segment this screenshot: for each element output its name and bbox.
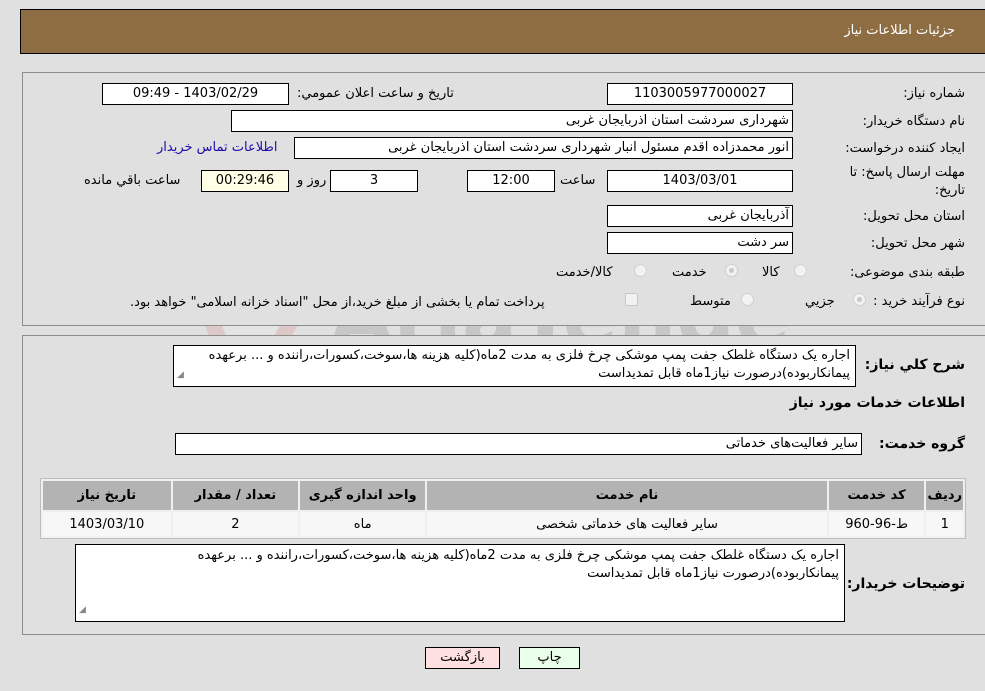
category-option-goods-service: کالا/خدمت [556, 265, 613, 280]
need-number-field: 1103005977000027 [607, 83, 793, 105]
col-header-service-code: کد خدمت [828, 481, 925, 510]
delivery-province-field: آذربایجان غربی [607, 205, 793, 227]
page-header: جزئیات اطلاعات نیاز [20, 9, 985, 54]
page-title: جزئیات اطلاعات نیاز [844, 23, 955, 38]
treasury-checkbox[interactable] [625, 293, 638, 306]
cell-row-number: 1 [926, 512, 963, 536]
deadline-label-line2: تاریخ: [934, 183, 965, 198]
need-number-label: شماره نیاز: [903, 86, 965, 101]
table-row: 1 ط-96-960 سایر فعالیت های خدماتی شخصی م… [43, 512, 963, 536]
process-radio-medium[interactable] [741, 293, 754, 306]
delivery-city-field: سر دشت [607, 232, 793, 254]
deadline-time-label: ساعت [560, 173, 596, 188]
cell-unit: ماه [300, 512, 426, 536]
buyer-notes-textarea[interactable]: اجاره یک دستگاه غلطک جفت پمپ موشکی چرخ ف… [75, 544, 845, 622]
category-label: طبقه بندی موضوعی: [849, 265, 965, 280]
category-radio-goods[interactable] [794, 264, 807, 277]
col-header-quantity: تعداد / مقدار [172, 481, 298, 510]
description-text: اجاره یک دستگاه غلطک جفت پمپ موشکی چرخ ف… [208, 348, 850, 381]
buyer-org-field: شهرداری سردشت استان اذربایجان غربی [231, 110, 793, 132]
resize-grip-icon[interactable]: ◢ [79, 601, 86, 619]
col-header-row-number: رديف [926, 481, 963, 510]
service-group-label: گروه خدمت: [879, 436, 965, 452]
remaining-days-field: 3 [330, 170, 418, 192]
back-button[interactable]: بازگشت [425, 647, 500, 669]
process-option-medium: متوسط [690, 294, 731, 309]
requester-field: انور محمدزاده اقدم مسئول انبار شهرداری س… [294, 137, 793, 159]
process-radio-minor[interactable] [853, 293, 866, 306]
remaining-time-field: 00:29:46 [201, 170, 289, 192]
delivery-province-label: استان محل تحویل: [863, 209, 965, 224]
days-label: روز و [297, 173, 327, 188]
purchase-process-label: نوع فرآیند خرید : [873, 294, 965, 309]
cell-quantity: 2 [172, 512, 298, 536]
deadline-date-field: 1403/03/01 [607, 170, 793, 192]
services-table: رديف کد خدمت نام خدمت واحد اندازه گيری ت… [40, 478, 966, 539]
cell-service-code: ط-96-960 [828, 512, 925, 536]
category-option-goods: کالا [762, 265, 780, 280]
table-header-row: رديف کد خدمت نام خدمت واحد اندازه گيری ت… [43, 481, 963, 510]
requester-label: ايجاد کننده درخواست: [845, 141, 965, 156]
buyer-notes-text: اجاره یک دستگاه غلطک جفت پمپ موشکی چرخ ف… [197, 548, 839, 581]
process-option-minor: جزيي [805, 294, 835, 309]
col-header-service-name: نام خدمت [427, 481, 827, 510]
remaining-time-label: ساعت باقي مانده [84, 173, 181, 188]
treasury-note: پرداخت تمام يا بخشی از مبلغ خريد،از محل … [130, 295, 545, 310]
announce-datetime-field: 1403/02/29 - 09:49 [102, 83, 289, 105]
buyer-notes-label: توضيحات خريدار: [846, 576, 965, 592]
deadline-time-field: 12:00 [467, 170, 555, 192]
description-textarea[interactable]: اجاره یک دستگاه غلطک جفت پمپ موشکی چرخ ف… [173, 345, 856, 387]
cell-need-date: 1403/03/10 [43, 512, 171, 536]
delivery-city-label: شهر محل تحویل: [870, 236, 965, 251]
service-group-field: سایر فعالیت‌های خدماتی [175, 433, 862, 455]
col-header-unit: واحد اندازه گيری [300, 481, 426, 510]
resize-grip-icon[interactable]: ◢ [177, 366, 184, 384]
services-section-title: اطلاعات خدمات مورد نياز [789, 395, 965, 411]
col-header-need-date: تاريخ نياز [43, 481, 171, 510]
category-radio-goods-service[interactable] [634, 264, 647, 277]
buyer-org-label: نام دستگاه خريدار: [862, 114, 965, 129]
description-label: شرح کلي نياز: [864, 357, 965, 373]
category-option-service: خدمت [672, 265, 707, 280]
cell-service-name: سایر فعالیت های خدماتی شخصی [427, 512, 827, 536]
print-button[interactable]: چاپ [519, 647, 580, 669]
buyer-contact-link[interactable]: اطلاعات تماس خريدار [157, 140, 277, 155]
deadline-label: مهلت ارسال پاسخ: تا [849, 165, 965, 180]
category-radio-service[interactable] [725, 264, 738, 277]
announce-datetime-label: تاریخ و ساعت اعلان عمومي: [297, 86, 454, 101]
